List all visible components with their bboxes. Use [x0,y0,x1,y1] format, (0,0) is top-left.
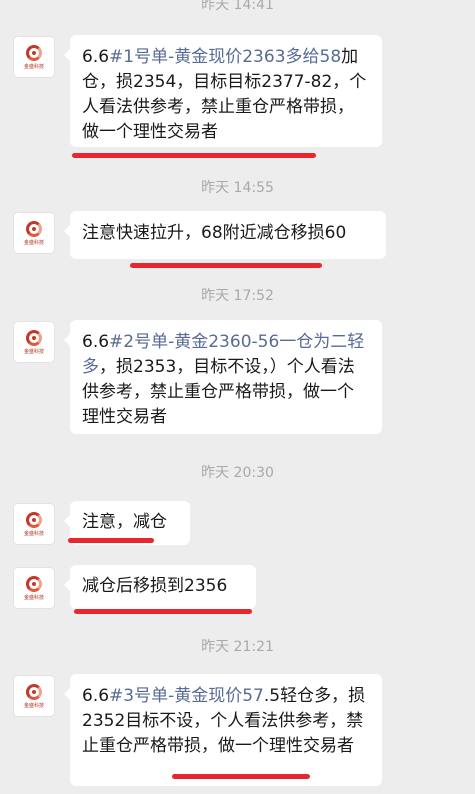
message-bubble[interactable]: 注意快速拉升，68附近减仓移损60 [64,211,386,259]
message-bubble[interactable]: 减仓后移损到2356 [64,565,256,609]
message-bubble[interactable]: 6.6#1号单-黄金现价2363多给58加仓，损2354，目标目标2377-82… [64,35,382,147]
avatar[interactable]: 金盛科技 [14,676,54,716]
avatar[interactable]: 金盛科技 [14,568,54,608]
message-link[interactable]: #1号单-黄金现价2363多给58 [109,47,341,67]
logo-icon [26,220,42,237]
annotation-underline [74,609,252,614]
message-prefix: 6.6 [82,47,110,67]
chat-view: 昨天 14:41 金盛科技 6.6#1号单-黄金现价2363多给58加仓，损23… [0,0,475,794]
timestamp: 昨天 17:52 [201,288,274,304]
avatar[interactable]: 金盛科技 [14,213,54,253]
annotation-underline [172,774,310,779]
message-text: 减仓后移损到2356 [82,576,228,596]
annotation-underline [68,538,154,543]
message-prefix: 6.6 [82,332,110,352]
avatar-brand: 金盛科技 [23,594,44,601]
avatar-brand: 金盛科技 [23,702,44,709]
logo-icon [26,683,42,700]
avatar[interactable]: 金盛科技 [14,504,54,544]
timestamp: 昨天 14:55 [201,180,274,196]
avatar-brand: 金盛科技 [23,530,44,537]
annotation-underline [72,153,316,158]
message-text: 注意，减仓 [82,512,167,532]
avatar-brand: 金盛科技 [23,239,44,246]
logo-icon [26,329,42,346]
message-link[interactable]: #3号单-黄金现价57 [109,686,264,706]
timestamp: 昨天 20:30 [201,465,274,481]
avatar[interactable]: 金盛科技 [14,37,54,77]
message-text: 注意快速拉升，68附近减仓移损60 [82,223,347,243]
avatar-brand: 金盛科技 [23,348,44,355]
message-bubble[interactable]: 6.6#3号单-黄金现价57.5轻仓多，损2352目标不设，个人看法供参考，禁止… [64,674,382,786]
message-prefix: 6.6 [82,686,110,706]
annotation-underline [130,263,322,268]
avatar-brand: 金盛科技 [23,63,44,70]
logo-icon [26,511,42,528]
logo-icon [26,44,42,61]
timestamp: 昨天 21:21 [201,639,274,655]
logo-icon [26,575,42,592]
avatar[interactable]: 金盛科技 [14,322,54,362]
message-bubble[interactable]: 6.6#2号单-黄金2360-56一仓为二轻多，损2353，目标不设，）个人看法… [64,320,382,434]
timestamp: 昨天 14:41 [201,0,274,13]
message-text: ，损2353，目标不设，）个人看法供参考，禁止重仓严格带损，做一个理性交易者 [82,357,355,427]
